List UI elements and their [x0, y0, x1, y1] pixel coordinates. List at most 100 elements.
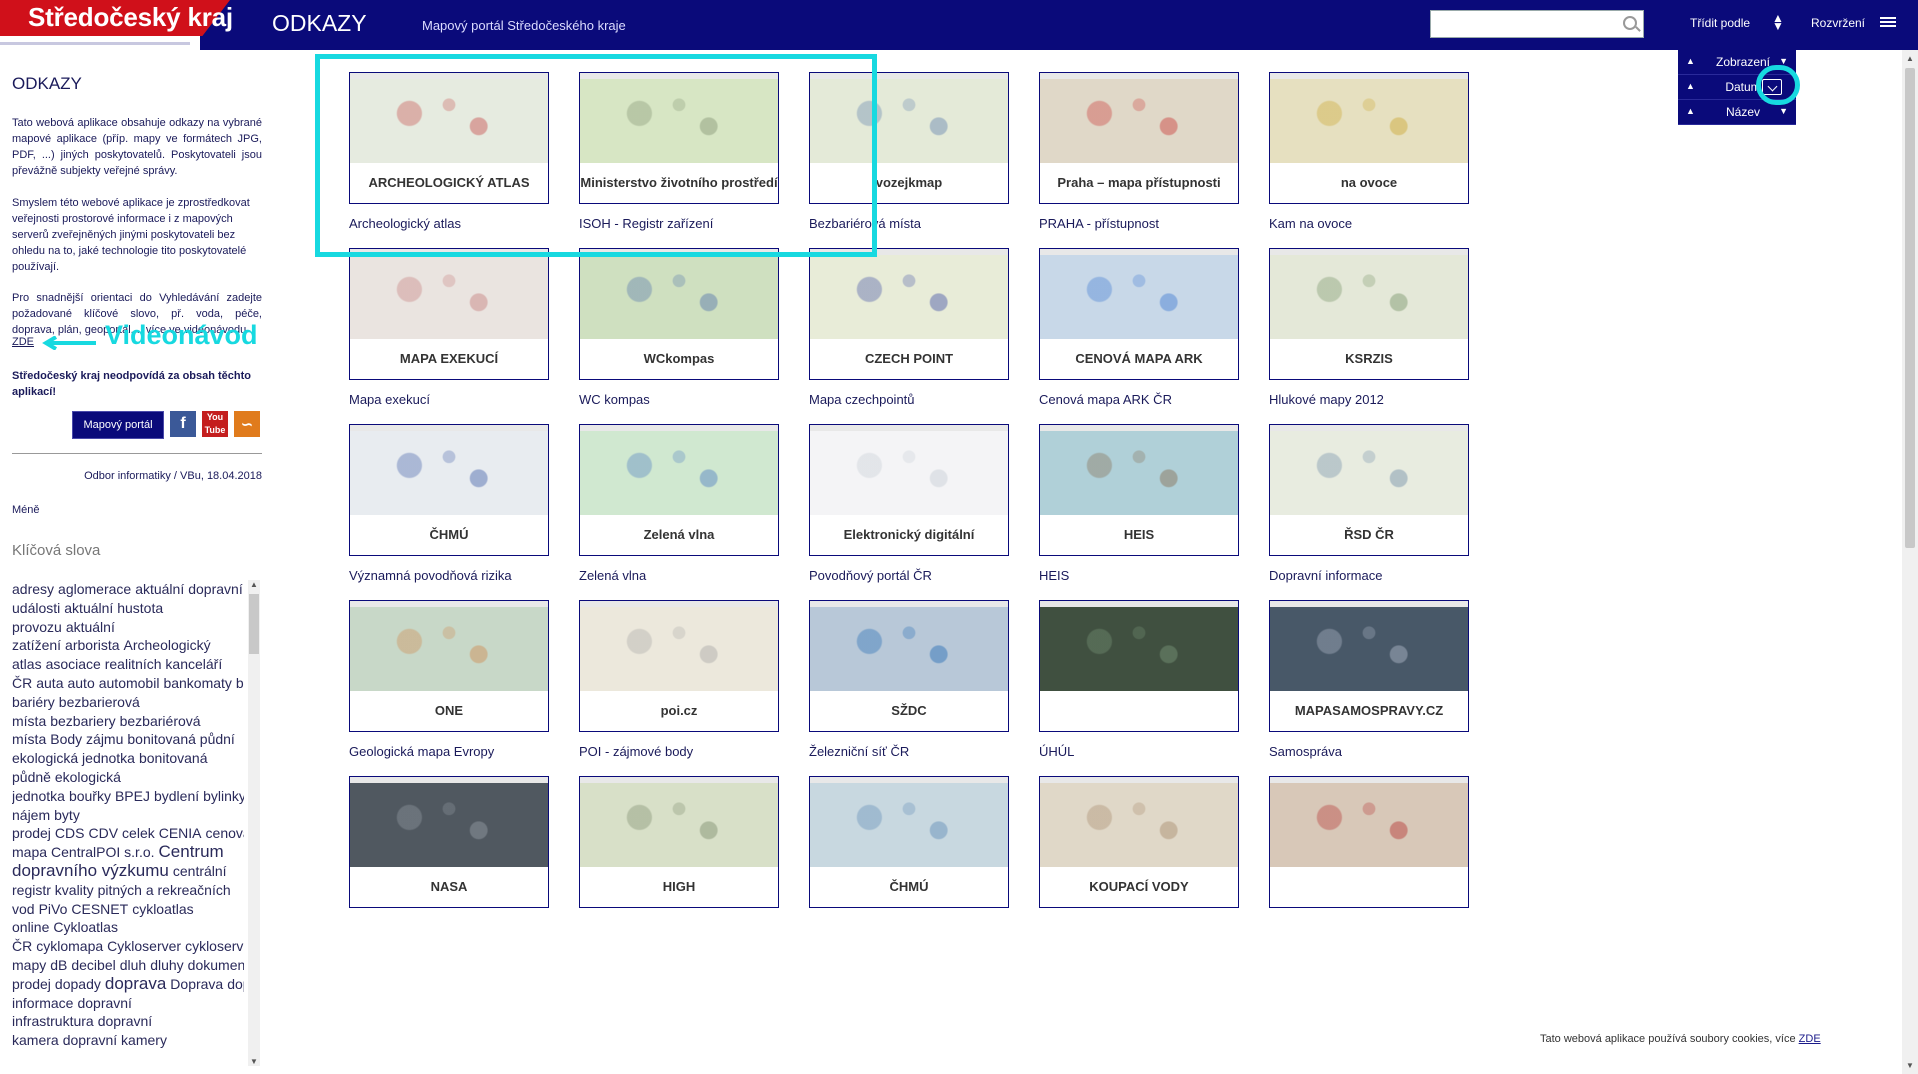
link-title[interactable]: POI - zájmové body — [579, 744, 799, 760]
thumbnail-logo-text: ŘSD ČR — [1270, 515, 1468, 555]
keyword-link[interactable]: bankomaty — [163, 675, 231, 691]
link-title[interactable]: Samospráva — [1269, 744, 1489, 760]
link-thumbnail[interactable]: KSRZIS — [1269, 248, 1469, 380]
less-link[interactable]: Méně — [12, 504, 40, 516]
link-title[interactable]: Zelená vlna — [579, 568, 799, 584]
link-thumbnail[interactable]: KOUPACÍ VODY — [1039, 776, 1239, 908]
keyword-link[interactable]: decibel — [71, 957, 115, 973]
keyword-link[interactable]: dluhy — [150, 957, 183, 973]
list-icon[interactable] — [1880, 17, 1896, 31]
keyword-link[interactable]: PiVo — [39, 901, 68, 917]
page-scrollbar[interactable]: ▲ ▼ — [1902, 50, 1918, 1074]
keyword-link[interactable]: automobil — [99, 675, 160, 691]
keyword-link[interactable]: Cykloserver — [107, 938, 181, 954]
cookie-link[interactable]: ZDE — [1799, 1033, 1821, 1045]
link-title[interactable]: Kam na ovoce — [1269, 216, 1489, 232]
link-title[interactable]: WC kompas — [579, 392, 799, 408]
link-thumbnail[interactable]: MAPASAMOSPRAVY.CZ — [1269, 600, 1469, 732]
link-thumbnail[interactable]: ŘSD ČR — [1269, 424, 1469, 556]
link-thumbnail[interactable]: ONE — [349, 600, 549, 732]
keyword-link[interactable]: BPEJ — [115, 788, 150, 804]
keyword-link[interactable]: doprava — [105, 974, 166, 993]
search-input[interactable] — [1435, 11, 1615, 37]
keyword-link[interactable]: bouřky — [69, 788, 111, 804]
keyword-scrollbar[interactable]: ▲ ▼ — [248, 580, 260, 1066]
link-thumbnail[interactable]: ČHMÚ — [809, 776, 1009, 908]
keyword-link[interactable]: aglomerace — [58, 581, 131, 597]
link-title[interactable]: Mapa czechpointů — [809, 392, 1029, 408]
link-thumbnail[interactable]: SŽDC — [809, 600, 1009, 732]
thumbnail-logo-text: WCkompas — [580, 339, 778, 379]
keyword-link[interactable]: aktuální — [135, 581, 184, 597]
link-title[interactable]: Cenová mapa ARK ČR — [1039, 392, 1259, 408]
sort-arrows-icon[interactable]: ▲ ▼ — [1772, 12, 1784, 32]
link-thumbnail[interactable]: HIGH — [579, 776, 779, 908]
link-thumbnail[interactable]: poi.cz — [579, 600, 779, 732]
keyword-link[interactable]: dB — [50, 957, 67, 973]
keyword-link[interactable]: dopravní kamery — [63, 1032, 167, 1048]
map-portal-button[interactable]: Mapový portál — [72, 411, 164, 439]
link-title[interactable]: Hlukové mapy 2012 — [1269, 392, 1489, 408]
keyword-link[interactable]: Doprava — [170, 976, 223, 992]
link-title[interactable]: PRAHA - přístupnost — [1039, 216, 1259, 232]
keyword-link[interactable]: auta — [36, 675, 63, 691]
link-title[interactable]: Železniční síť ČR — [809, 744, 1029, 760]
keyword-link[interactable]: CENIA — [159, 825, 202, 841]
keyword-link[interactable]: arborista — [65, 637, 119, 653]
scroll-up-icon[interactable]: ▲ — [1906, 54, 1914, 63]
link-title[interactable]: Geologická mapa Evropy — [349, 744, 569, 760]
keyword-link[interactable]: bylinky — [203, 788, 244, 804]
keyword-link[interactable]: CDS — [55, 825, 85, 841]
link-thumbnail[interactable] — [1269, 776, 1469, 908]
keyword-link[interactable]: cykloserver — [185, 938, 244, 954]
link-thumbnail[interactable]: WCkompas — [579, 248, 779, 380]
brand-logo[interactable]: Středočeský kraj — [0, 0, 258, 50]
keyword-link[interactable]: dopady — [55, 976, 101, 992]
sort-button[interactable]: Třídit podle — [1690, 16, 1750, 30]
thumbnail-logo-text: na ovoce — [1270, 163, 1468, 203]
link-title[interactable]: Dopravní informace — [1269, 568, 1489, 584]
link-thumbnail[interactable]: NASA — [349, 776, 549, 908]
facebook-icon[interactable]: f — [170, 411, 196, 437]
video-link[interactable]: ZDE — [12, 336, 34, 348]
scroll-thumb[interactable] — [249, 594, 259, 654]
search-box[interactable] — [1430, 10, 1644, 38]
link-thumbnail[interactable]: CENOVÁ MAPA ARK — [1039, 248, 1239, 380]
link-thumbnail[interactable]: Elektronický digitální povodňový portál — [809, 424, 1009, 556]
link-thumbnail[interactable] — [1039, 600, 1239, 732]
link-title[interactable]: ÚHÚL — [1039, 744, 1259, 760]
keyword-link[interactable]: cyklomapa — [36, 938, 103, 954]
link-thumbnail[interactable]: HEIS — [1039, 424, 1239, 556]
link-thumbnail[interactable]: CZECH POINT — [809, 248, 1009, 380]
link-title[interactable]: Povodňový portál ČR — [809, 568, 1029, 584]
link-title[interactable]: Významná povodňová rizika — [349, 568, 569, 584]
keyword-link[interactable]: auto — [67, 675, 94, 691]
keyword-link[interactable]: adresy — [12, 581, 54, 597]
thumbnail-logo-text: KOUPACÍ VODY — [1040, 867, 1238, 907]
scroll-down-icon[interactable]: ▼ — [250, 1057, 258, 1066]
scroll-thumb[interactable] — [1905, 68, 1915, 548]
top-header: Středočeský kraj ODKAZY Mapový portál St… — [0, 0, 1918, 50]
link-title[interactable]: HEIS — [1039, 568, 1259, 584]
scroll-up-icon[interactable]: ▲ — [250, 580, 258, 589]
keyword-link[interactable]: dluh — [120, 957, 146, 973]
search-icon[interactable] — [1623, 16, 1637, 30]
keyword-link[interactable]: CDV — [88, 825, 118, 841]
keyword-link[interactable]: CentralPOI s.r.o. — [51, 844, 154, 860]
keyword-link[interactable]: CESNET — [71, 901, 128, 917]
keyword-link[interactable]: celek — [122, 825, 155, 841]
link-thumbnail[interactable]: na ovoce — [1269, 72, 1469, 204]
scroll-down-icon[interactable]: ▼ — [1906, 1061, 1914, 1070]
keyword-link[interactable]: bezbariery — [50, 713, 115, 729]
keyword-link[interactable]: bydlení — [154, 788, 199, 804]
keyword-link[interactable]: dokumenty — [188, 957, 244, 973]
layout-button[interactable]: Rozvržení — [1811, 16, 1865, 30]
keyword-link[interactable]: Body zájmu — [50, 731, 123, 747]
youtube-icon[interactable]: You Tube — [202, 411, 228, 437]
link-thumbnail[interactable]: ČHMÚ — [349, 424, 549, 556]
rss-icon[interactable]: ∽ — [234, 411, 260, 437]
link-thumbnail[interactable]: Praha – mapa přístupnosti — [1039, 72, 1239, 204]
link-thumbnail[interactable]: MAPA EXEKUCÍ — [349, 248, 549, 380]
link-thumbnail[interactable]: Zelená vlna — [579, 424, 779, 556]
link-title[interactable]: Mapa exekucí — [349, 392, 569, 408]
